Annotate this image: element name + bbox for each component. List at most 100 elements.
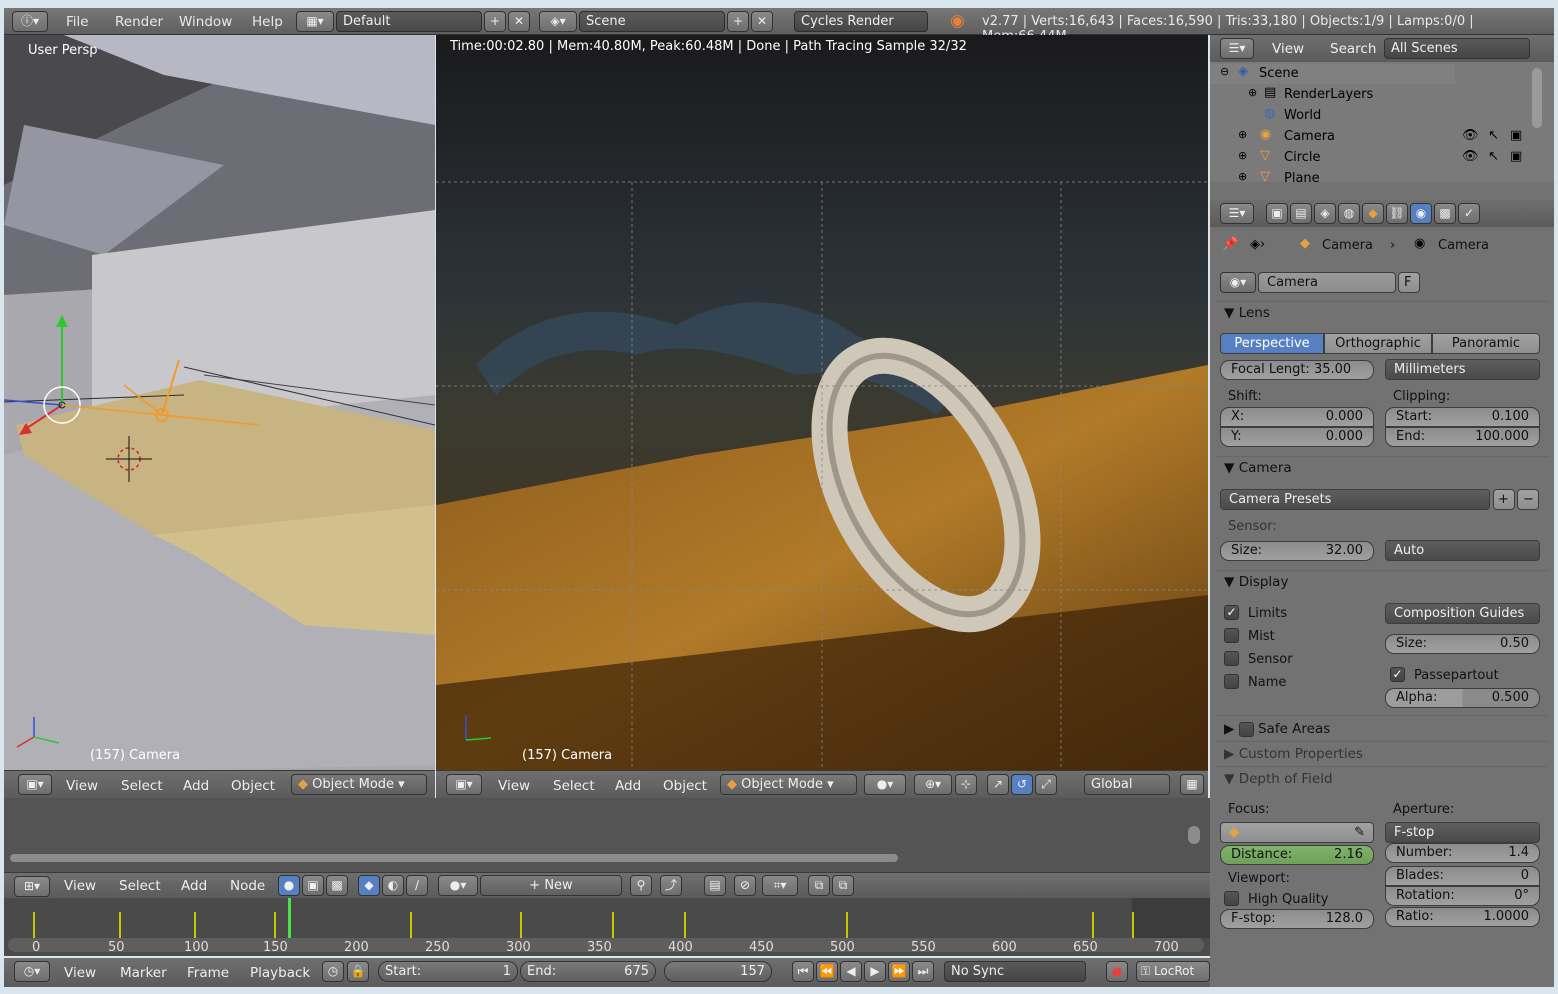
compositing-tree-icon[interactable]: ▣ bbox=[302, 875, 324, 896]
passepartout-checkbox[interactable]: ✓ bbox=[1390, 667, 1405, 682]
world-tab-icon[interactable]: ◍ bbox=[1338, 203, 1360, 224]
ratio-field[interactable]: Ratio: 1.0000 bbox=[1385, 907, 1540, 927]
outliner-row-renderlayers[interactable]: ⊕ ▤ RenderLayers bbox=[1210, 85, 1455, 105]
lens-panel-header[interactable]: ▼ Lens bbox=[1224, 305, 1270, 321]
keyframe[interactable] bbox=[274, 912, 276, 940]
menu-add[interactable]: Add bbox=[615, 778, 641, 794]
snap-element-icon[interactable]: ⌗▾ bbox=[762, 875, 798, 896]
render-camera-icon[interactable]: ▣ bbox=[1510, 149, 1522, 164]
menu-add[interactable]: Add bbox=[181, 878, 207, 894]
outliner-row-circle[interactable]: ⊕ ▽ Circle 👁 ↖ ▣ bbox=[1210, 148, 1530, 168]
visibility-eye-icon[interactable]: 👁 bbox=[1462, 128, 1479, 143]
preview-range-icon[interactable]: ◷ bbox=[322, 961, 344, 982]
keyframe[interactable] bbox=[520, 912, 522, 940]
name-checkbox[interactable] bbox=[1224, 674, 1239, 689]
scene-field[interactable]: Scene bbox=[579, 11, 725, 32]
menu-view[interactable]: View bbox=[1272, 41, 1304, 57]
viewport-fstop-field[interactable]: F-stop: 128.0 bbox=[1220, 909, 1374, 929]
editor-type-icon[interactable]: ◷▾ bbox=[14, 961, 50, 982]
alpha-field[interactable]: Alpha: 0.500 bbox=[1385, 688, 1540, 708]
orientation-select[interactable]: Global bbox=[1084, 774, 1170, 795]
remove-scene-icon[interactable]: ✕ bbox=[751, 11, 773, 32]
sensor-checkbox[interactable] bbox=[1224, 651, 1239, 666]
paste-icon[interactable]: ⧉ bbox=[832, 875, 854, 896]
keyframe[interactable] bbox=[410, 912, 412, 940]
next-keyframe-icon[interactable]: ⏩ bbox=[888, 961, 910, 982]
rotation-field[interactable]: Rotation: 0° bbox=[1385, 886, 1540, 906]
shift-y-field[interactable]: Y: 0.000 bbox=[1220, 427, 1374, 447]
editor-type-icon[interactable]: ▣▾ bbox=[446, 774, 482, 795]
expand-icon[interactable]: ⊕ bbox=[1238, 149, 1247, 162]
visibility-eye-icon[interactable]: 👁 bbox=[1462, 149, 1479, 164]
object-shader-icon[interactable]: ◆ bbox=[358, 875, 380, 896]
object-tab-icon[interactable]: ◆ bbox=[1362, 203, 1384, 224]
pin-icon[interactable]: 📌 bbox=[1222, 237, 1238, 252]
datablock-name-field[interactable]: Camera bbox=[1258, 272, 1396, 293]
keying-set-field[interactable]: ⚿ LocRot bbox=[1136, 961, 1210, 982]
outliner-row-camera[interactable]: ⊕ ◉ Camera 👁 ↖ ▣ bbox=[1210, 127, 1530, 147]
focus-distance-field[interactable]: Distance: 2.16 bbox=[1220, 845, 1374, 865]
display-size-field[interactable]: Size: 0.50 bbox=[1385, 634, 1540, 654]
sync-select[interactable]: No Sync bbox=[944, 961, 1086, 982]
texture-tab-icon[interactable]: ▩ bbox=[1434, 203, 1456, 224]
world-shader-icon[interactable]: ◐ bbox=[382, 875, 404, 896]
rendered-camera-view[interactable]: Time:00:02.80 | Mem:40.80M, Peak:60.48M … bbox=[436, 35, 1208, 770]
scale-icon[interactable]: ⤢ bbox=[1035, 774, 1057, 795]
layers-icon[interactable]: ▦ bbox=[1180, 774, 1204, 795]
remove-preset-button[interactable]: − bbox=[1517, 489, 1539, 510]
record-icon[interactable]: ● bbox=[1106, 961, 1128, 982]
render-engine-select[interactable]: Cycles Render bbox=[794, 11, 928, 32]
outliner-row-scene[interactable]: ⊖ ◈ Scene bbox=[1210, 64, 1455, 84]
scene-tab-icon[interactable]: ◈ bbox=[1314, 203, 1336, 224]
clip-start-field[interactable]: Start: 0.100 bbox=[1385, 407, 1540, 427]
select-cursor-icon[interactable]: ↖ bbox=[1488, 128, 1499, 143]
render-camera-icon[interactable]: ▣ bbox=[1510, 128, 1522, 143]
mode-select[interactable]: ◆ Object Mode ▾ bbox=[291, 774, 427, 795]
jump-end-icon[interactable]: ⏭ bbox=[912, 961, 934, 982]
menu-view[interactable]: View bbox=[498, 778, 530, 794]
expand-icon[interactable]: ⊕ bbox=[1238, 128, 1247, 141]
mode-select[interactable]: ◆ Object Mode ▾ bbox=[720, 774, 857, 795]
menu-select[interactable]: Select bbox=[119, 878, 161, 894]
node-editor[interactable] bbox=[4, 798, 1210, 872]
camera-panel-header[interactable]: ▼ Camera bbox=[1224, 460, 1292, 476]
vertical-scrollbar[interactable] bbox=[1188, 826, 1200, 844]
keyframe[interactable] bbox=[1092, 912, 1094, 940]
high-quality-checkbox[interactable] bbox=[1224, 891, 1239, 906]
custom-properties-panel-header[interactable]: ▶ Custom Properties bbox=[1224, 746, 1363, 762]
info-editor-type-icon[interactable]: ⓘ▾ bbox=[12, 11, 48, 32]
scene-icon[interactable]: ◈▾ bbox=[539, 11, 577, 32]
render-tab-icon[interactable]: ▣ bbox=[1266, 203, 1288, 224]
camera-data-browse-icon[interactable]: ◉▾ bbox=[1220, 272, 1256, 293]
material-browse-icon[interactable]: ●▾ bbox=[438, 875, 478, 896]
keyframe[interactable] bbox=[194, 912, 196, 940]
snap-icon[interactable]: ⊘ bbox=[734, 875, 756, 896]
orthographic-tab[interactable]: Orthographic bbox=[1324, 333, 1432, 354]
outliner-scrollbar[interactable] bbox=[1532, 68, 1542, 128]
lock-icon[interactable]: 🔒 bbox=[347, 961, 369, 982]
start-frame-field[interactable]: Start: 1 bbox=[378, 961, 518, 982]
texture-tree-icon[interactable]: ▩ bbox=[326, 875, 348, 896]
editor-type-icon[interactable]: ▣▾ bbox=[18, 774, 52, 795]
rotate-icon[interactable]: ↺ bbox=[1011, 774, 1033, 795]
fstop-number-field[interactable]: Number: 1.4 bbox=[1385, 843, 1540, 863]
add-preset-button[interactable]: + bbox=[1493, 489, 1515, 510]
jump-start-icon[interactable]: ⏮ bbox=[792, 961, 814, 982]
menu-render[interactable]: Render bbox=[115, 14, 163, 30]
outliner-row-plane[interactable]: ⊕ ▽ Plane bbox=[1210, 169, 1530, 182]
camera-presets-select[interactable]: Camera Presets bbox=[1220, 489, 1490, 510]
menu-marker[interactable]: Marker bbox=[120, 965, 167, 981]
play-reverse-icon[interactable]: ◀ bbox=[840, 961, 862, 982]
sensor-fit-select[interactable]: Auto bbox=[1385, 540, 1540, 561]
safe-areas-panel-header[interactable]: ▶ Safe Areas bbox=[1224, 721, 1330, 737]
expand-icon[interactable]: ⊕ bbox=[1238, 170, 1247, 182]
translate-icon[interactable]: ↗ bbox=[987, 774, 1009, 795]
menu-node[interactable]: Node bbox=[230, 878, 265, 894]
clip-end-field[interactable]: End: 100.000 bbox=[1385, 427, 1540, 447]
backdrop-icon[interactable]: ▤ bbox=[704, 875, 726, 896]
fake-user-button[interactable]: F bbox=[1398, 272, 1420, 293]
mist-checkbox[interactable] bbox=[1224, 628, 1239, 643]
collapse-icon[interactable]: ⊖ bbox=[1220, 65, 1229, 78]
pivot-icon[interactable]: ⊕▾ bbox=[914, 774, 952, 795]
menu-view[interactable]: View bbox=[66, 778, 98, 794]
